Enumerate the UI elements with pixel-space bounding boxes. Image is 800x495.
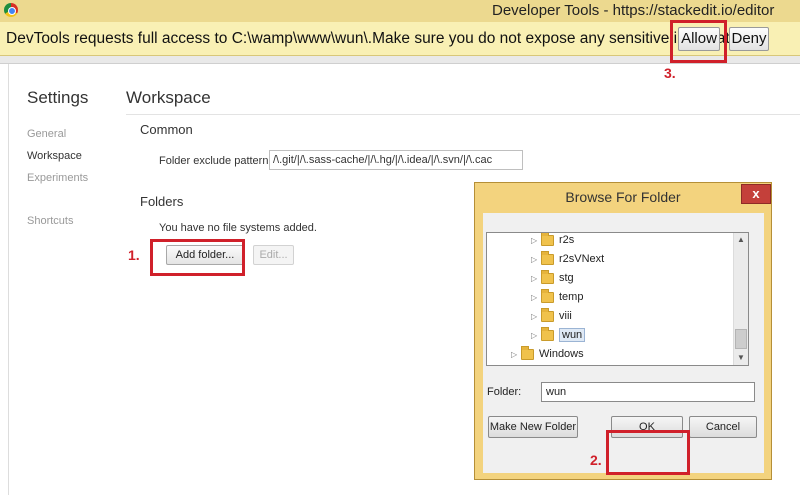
vertical-scrollbar[interactable]: ▲ ▼ xyxy=(733,233,748,365)
nav-item-experiments[interactable]: Experiments xyxy=(27,172,88,184)
infobar-message: DevTools requests full access to C:\wamp… xyxy=(6,30,755,47)
annotation-step-3: 3. xyxy=(664,65,676,81)
tree-item[interactable]: ▷ r2s xyxy=(531,233,574,252)
folder-icon xyxy=(541,288,554,303)
expand-arrow-icon[interactable]: ▷ xyxy=(531,274,541,283)
scroll-down-icon[interactable]: ▼ xyxy=(734,351,748,365)
window-title: Developer Tools - https://stackedit.io/e… xyxy=(492,2,775,19)
no-file-systems-text: You have no file systems added. xyxy=(159,222,317,234)
workspace-heading: Workspace xyxy=(126,88,211,107)
expand-arrow-icon[interactable]: ▷ xyxy=(531,312,541,321)
annotation-box-add-folder xyxy=(150,239,245,276)
annotation-step-2: 2. xyxy=(590,452,602,468)
folder-label: Folder: xyxy=(487,386,522,398)
folder-icon xyxy=(541,233,554,246)
exclude-pattern-label: Folder exclude pattern xyxy=(159,155,269,167)
deny-button[interactable]: Deny xyxy=(729,27,769,51)
tree-item[interactable]: ▷ r2sVNext xyxy=(531,250,604,271)
nav-item-workspace[interactable]: Workspace xyxy=(27,150,82,162)
annotation-step-1: 1. xyxy=(128,247,140,263)
tree-item[interactable]: ▷ viii xyxy=(531,307,572,328)
nav-item-general[interactable]: General xyxy=(27,128,66,140)
expand-arrow-icon[interactable]: ▷ xyxy=(531,255,541,264)
tree-item[interactable]: ▷ stg xyxy=(531,269,574,290)
annotation-box-ok xyxy=(606,430,690,475)
cancel-button[interactable]: Cancel xyxy=(689,416,757,438)
expand-arrow-icon[interactable]: ▷ xyxy=(531,293,541,302)
expand-arrow-icon[interactable]: ▷ xyxy=(531,331,541,340)
make-new-folder-button[interactable]: Make New Folder xyxy=(488,416,578,438)
folder-icon xyxy=(541,307,554,322)
exclude-pattern-input[interactable]: /\.git/|/\.sass-cache/|/\.hg/|/\.idea/|/… xyxy=(269,150,523,170)
annotation-box-allow xyxy=(670,20,727,63)
folder-icon xyxy=(541,326,554,341)
close-button[interactable]: x xyxy=(741,184,771,204)
chrome-icon xyxy=(4,3,18,17)
scroll-thumb[interactable] xyxy=(735,329,747,349)
nav-item-shortcuts[interactable]: Shortcuts xyxy=(27,215,73,227)
folder-icon xyxy=(541,250,554,265)
folder-icon xyxy=(541,269,554,284)
divider xyxy=(126,114,800,115)
settings-title: Settings xyxy=(27,88,89,107)
common-heading: Common xyxy=(140,122,193,137)
folder-icon xyxy=(521,345,534,360)
tree-item[interactable]: ▷ temp xyxy=(531,288,583,309)
folders-heading: Folders xyxy=(140,194,184,209)
expand-arrow-icon[interactable]: ▷ xyxy=(531,236,541,245)
scroll-up-icon[interactable]: ▲ xyxy=(734,233,748,247)
folder-tree[interactable]: ▷ r2s ▷ r2sVNext ▷ stg ▷ temp ▷ viii ▷ wun ▷ Wi… xyxy=(486,232,749,366)
title-bar: Developer Tools - https://stackedit.io/e… xyxy=(0,0,800,22)
folder-input[interactable]: wun xyxy=(541,382,755,402)
tree-item[interactable]: ▷ Windows xyxy=(511,345,584,365)
tree-item-selected[interactable]: ▷ wun xyxy=(531,326,586,347)
expand-arrow-icon[interactable]: ▷ xyxy=(511,350,521,359)
dialog-title: Browse For Folder xyxy=(565,189,681,205)
edit-button[interactable]: Edit... xyxy=(253,245,294,265)
